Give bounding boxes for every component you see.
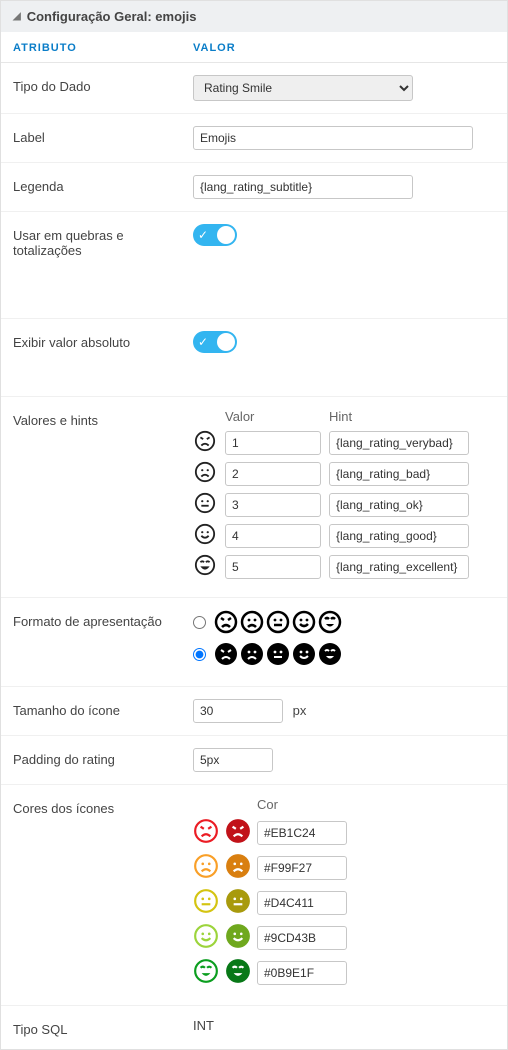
color-row-3	[193, 888, 495, 917]
input-label[interactable]	[193, 126, 473, 150]
input-hint-4[interactable]	[329, 524, 469, 548]
face-filled-icon	[225, 923, 251, 952]
row-usar-quebras: Usar em quebras e totalizações ✓	[1, 212, 507, 319]
face-filled-icon	[225, 818, 251, 847]
hint-row-4	[193, 523, 495, 548]
toggle-usar-quebras[interactable]: ✓	[193, 224, 237, 246]
hints-header: Valor Hint	[225, 409, 495, 424]
color-row-1	[193, 818, 495, 847]
hint-row-5	[193, 554, 495, 579]
radio-format-outline[interactable]	[193, 616, 206, 629]
face-happy-icon	[193, 523, 217, 548]
label-usar-quebras: Usar em quebras e totalizações	[13, 224, 193, 258]
face-laugh-icon	[193, 554, 217, 579]
label-formato: Formato de apresentação	[13, 610, 193, 629]
radio-format-filled[interactable]	[193, 648, 206, 661]
row-tipo-sql: Tipo SQL INT	[1, 1006, 507, 1049]
select-tipo-dado[interactable]: Rating Smile	[193, 75, 413, 101]
toggle-exibir-abs[interactable]: ✓	[193, 331, 237, 353]
face-sad-icon	[193, 461, 217, 486]
toggle-knob	[217, 226, 235, 244]
face-outline-icon	[193, 853, 219, 882]
toggle-knob	[217, 333, 235, 351]
input-hint-5[interactable]	[329, 555, 469, 579]
input-hint-2[interactable]	[329, 462, 469, 486]
header-valor: Valor	[225, 409, 321, 424]
input-tamanho[interactable]	[193, 699, 283, 723]
input-color-5[interactable]	[257, 961, 347, 985]
row-tipo-dado: Tipo do Dado Rating Smile	[1, 63, 507, 114]
input-valor-1[interactable]	[225, 431, 321, 455]
face-neutral-icon	[193, 492, 217, 517]
row-padding: Padding do rating	[1, 736, 507, 785]
face-outline-icon	[193, 958, 219, 987]
face-outline-icon	[193, 818, 219, 847]
color-row-4	[193, 923, 495, 952]
check-icon: ✓	[198, 335, 208, 349]
face-outline-icon	[193, 923, 219, 952]
label-cores: Cores dos ícones	[13, 797, 193, 816]
face-outline-icon	[193, 888, 219, 917]
value-tipo-sql: INT	[193, 1018, 495, 1033]
color-row-2	[193, 853, 495, 882]
input-valor-2[interactable]	[225, 462, 321, 486]
face-filled-icon	[225, 888, 251, 917]
collapse-icon: ◢	[13, 11, 21, 22]
input-valor-5[interactable]	[225, 555, 321, 579]
row-legenda: Legenda	[1, 163, 507, 212]
label-tipo-sql: Tipo SQL	[13, 1018, 193, 1037]
faces-filled	[214, 642, 342, 666]
check-icon: ✓	[198, 228, 208, 242]
label-exibir-abs: Exibir valor absoluto	[13, 331, 193, 350]
label-legenda: Legenda	[13, 175, 193, 194]
input-color-3[interactable]	[257, 891, 347, 915]
row-label: Label	[1, 114, 507, 163]
format-option-outline	[193, 610, 495, 634]
config-panel: ◢ Configuração Geral: emojis ATRIBUTO VA…	[0, 0, 508, 1050]
input-valor-3[interactable]	[225, 493, 321, 517]
label-label: Label	[13, 126, 193, 145]
row-tamanho: Tamanho do ícone px	[1, 687, 507, 736]
input-color-1[interactable]	[257, 821, 347, 845]
col-attribute: ATRIBUTO	[13, 42, 193, 54]
unit-px: px	[293, 703, 307, 718]
input-color-2[interactable]	[257, 856, 347, 880]
columns-header: ATRIBUTO VALOR	[1, 32, 507, 63]
row-valores-hints: Valores e hints Valor Hint	[1, 397, 507, 598]
input-valor-4[interactable]	[225, 524, 321, 548]
face-filled-icon	[225, 853, 251, 882]
header-cor: Cor	[257, 797, 495, 812]
label-valores-hints: Valores e hints	[13, 409, 193, 428]
input-hint-1[interactable]	[329, 431, 469, 455]
input-legenda[interactable]	[193, 175, 413, 199]
header-hint: Hint	[329, 409, 352, 424]
row-cores: Cores dos ícones Cor	[1, 785, 507, 1006]
face-filled-icon	[225, 958, 251, 987]
face-angry-icon	[193, 430, 217, 455]
color-row-5	[193, 958, 495, 987]
hint-row-1	[193, 430, 495, 455]
input-padding[interactable]	[193, 748, 273, 772]
col-value: VALOR	[193, 42, 236, 54]
faces-outline	[214, 610, 342, 634]
label-tipo-dado: Tipo do Dado	[13, 75, 193, 94]
input-hint-3[interactable]	[329, 493, 469, 517]
label-padding: Padding do rating	[13, 748, 193, 767]
label-tamanho: Tamanho do ícone	[13, 699, 193, 718]
panel-title: Configuração Geral: emojis	[27, 9, 197, 24]
row-formato: Formato de apresentação	[1, 598, 507, 687]
row-exibir-abs: Exibir valor absoluto ✓	[1, 319, 507, 397]
input-color-4[interactable]	[257, 926, 347, 950]
hint-row-3	[193, 492, 495, 517]
format-option-filled	[193, 642, 495, 666]
hint-row-2	[193, 461, 495, 486]
panel-header[interactable]: ◢ Configuração Geral: emojis	[1, 1, 507, 32]
